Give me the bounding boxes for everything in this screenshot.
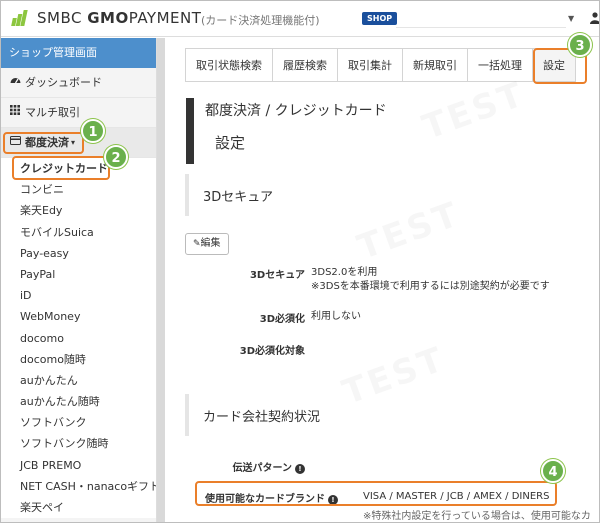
submenu-item[interactable]: 楽天Edy — [1, 200, 156, 221]
tab-history-search[interactable]: 履歴検索 — [272, 48, 337, 82]
step-badge-1: 1 — [81, 119, 105, 143]
submenu-item[interactable]: docomo随時 — [1, 349, 156, 370]
highlight-credit-card — [12, 156, 110, 180]
submenu-item[interactable]: WebMoney — [1, 306, 156, 327]
submenu-item[interactable]: ソフトバンク随時 — [1, 433, 156, 454]
highlight-per-payment — [3, 132, 84, 154]
submenu-item[interactable]: auかんたん — [1, 370, 156, 391]
submenu-item[interactable]: JCB PREMO — [1, 455, 156, 476]
submenu-item[interactable]: iD — [1, 285, 156, 306]
submenu-item[interactable]: docomo — [1, 328, 156, 349]
sidebar-item-multi[interactable]: マルチ取引 — [1, 98, 156, 128]
user-icon[interactable] — [590, 12, 600, 24]
row-label-transmission-pattern: 伝送パターン! — [165, 459, 305, 474]
section-title-card-contract: カード会社契約状況 — [203, 410, 321, 425]
submenu-item[interactable]: 楽天ペイ — [1, 497, 156, 518]
sidebar-item-dashboard[interactable]: ダッシュボード — [1, 68, 156, 98]
row-value-3d-secure: 3DS2.0を利用 ※3DSを本番環境で利用するには別途契約が必要です — [311, 267, 550, 292]
section-accent-bar — [185, 174, 189, 216]
brand-name: SMBC GMOPAYMENT — [37, 9, 202, 27]
tab-new-transaction[interactable]: 新規取引 — [402, 48, 467, 82]
header-subtitle: (カード決済処理機能付) — [201, 14, 320, 27]
brand-logo[interactable]: SMBC GMOPAYMENT — [11, 8, 201, 28]
row-label-3d-secure: 3Dセキュア — [249, 270, 305, 281]
app-window: SMBC GMOPAYMENT (カード決済処理機能付) SHOP ▼ ショップ… — [0, 0, 600, 523]
submenu-item[interactable]: コンビニ — [1, 179, 156, 200]
step-badge-2: 2 — [104, 145, 128, 169]
shop-badge: SHOP — [362, 12, 398, 25]
row-value-3d-required: 利用しない — [311, 311, 361, 322]
submenu-item[interactable]: Pay-easy — [1, 243, 156, 264]
title-accent-bar — [186, 98, 194, 164]
sidebar: ショップ管理画面 ダッシュボード マルチ取引 都度決済 ▾ クレジットカード コ… — [1, 38, 157, 522]
edit-icon: ✎ — [193, 239, 201, 249]
breadcrumb: 都度決済 / クレジットカード — [205, 103, 387, 119]
row-label-3d-required: 3D必須化 — [259, 314, 305, 325]
section-title-3d-secure: 3Dセキュア — [203, 190, 274, 205]
submenu-item[interactable]: PayPal — [1, 264, 156, 285]
logo-mark-icon — [11, 8, 31, 28]
step-badge-4: 4 — [541, 459, 565, 483]
edit-button[interactable]: ✎編集 — [185, 233, 229, 255]
shop-selector[interactable] — [396, 9, 566, 28]
highlight-card-brands — [195, 481, 557, 506]
main-content: 取引状態検索 履歴検索 取引集計 新規取引 一括処理 設定 都度決済 / クレジ… — [165, 38, 599, 522]
sidebar-scrollbar[interactable] — [157, 38, 165, 522]
payment-submenu: クレジットカード コンビニ 楽天Edy モバイルSuica Pay-easy P… — [1, 158, 156, 519]
submenu-item[interactable]: ソフトバンク — [1, 412, 156, 433]
tab-batch[interactable]: 一括処理 — [467, 48, 532, 82]
submenu-item[interactable]: NET CASH・nanacoギフト — [1, 476, 156, 497]
submenu-item[interactable]: モバイルSuica — [1, 222, 156, 243]
step-badge-3: 3 — [568, 33, 592, 57]
grid-icon — [9, 98, 21, 128]
sidebar-item-label: ダッシュボード — [25, 75, 102, 89]
sidebar-heading[interactable]: ショップ管理画面 — [1, 38, 156, 68]
tab-transaction-search[interactable]: 取引状態検索 — [185, 48, 272, 82]
section-accent-bar — [185, 394, 189, 436]
contract-note: ※特殊社内設定を行っている場合は、使用可能なカ — [363, 511, 591, 522]
chevron-down-icon[interactable]: ▼ — [568, 14, 574, 23]
sidebar-item-label: マルチ取引 — [25, 105, 80, 119]
dashboard-icon — [9, 68, 21, 98]
tab-transaction-summary[interactable]: 取引集計 — [337, 48, 402, 82]
row-label-3d-required-target: 3D必須化対象 — [239, 346, 305, 357]
page-title: 設定 — [215, 134, 246, 152]
info-icon[interactable]: ! — [295, 464, 305, 474]
submenu-item[interactable]: auかんたん随時 — [1, 391, 156, 412]
top-header: SMBC GMOPAYMENT (カード決済処理機能付) SHOP ▼ — [1, 1, 600, 37]
